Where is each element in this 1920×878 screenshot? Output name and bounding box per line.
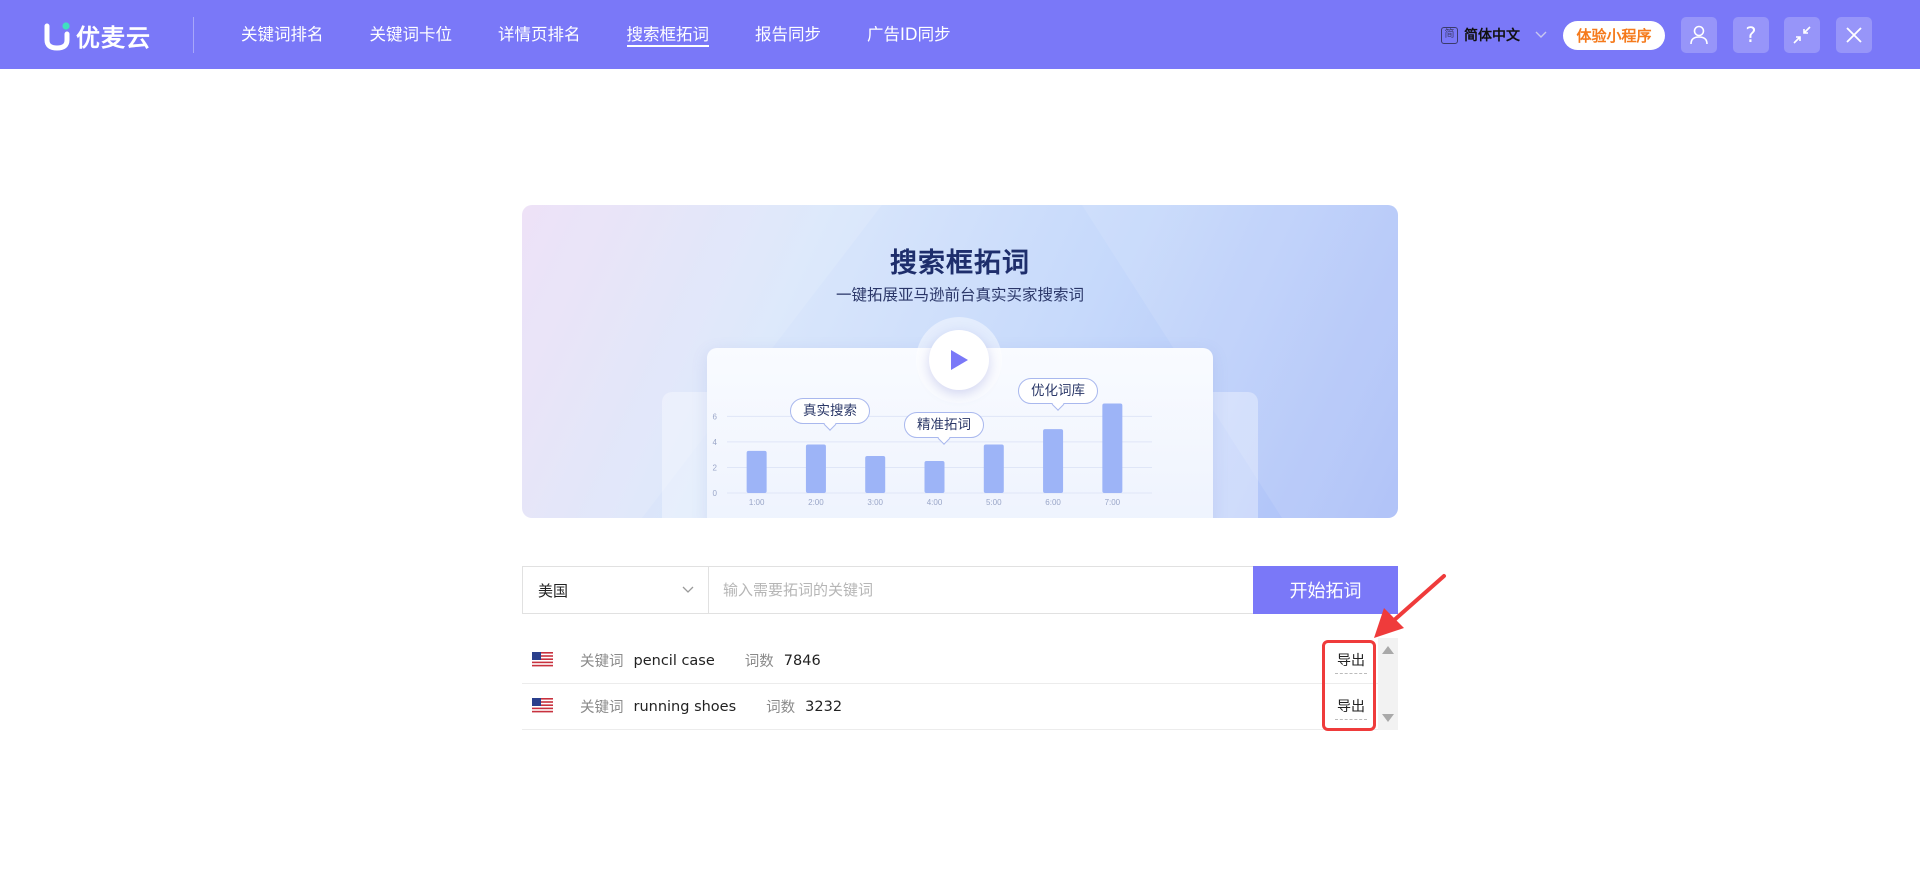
chart-y-tick-label: 4 xyxy=(713,438,718,447)
us-flag-icon xyxy=(532,652,553,667)
nav-item-report-sync[interactable]: 报告同步 xyxy=(755,0,821,69)
country-select[interactable]: 美国 xyxy=(523,567,709,613)
top-navigation-bar: 优麦云 关键词排名 关键词卡位 详情页排名 搜索框拓词 报告同步 广告ID同步 … xyxy=(0,0,1920,69)
language-icon: 简 xyxy=(1441,26,1458,44)
chart-bar xyxy=(1043,429,1064,493)
chart-x-tick-label: 2:00 xyxy=(808,498,824,507)
close-button[interactable] xyxy=(1836,17,1872,53)
nav-item-keyword-ranking[interactable]: 关键词排名 xyxy=(241,0,324,69)
list-item: 关键词 pencil case 词数 7846 导出 xyxy=(522,638,1398,684)
chart-bar xyxy=(865,455,886,493)
chart-bar xyxy=(983,444,1004,493)
chart-y-tick-label: 0 xyxy=(713,489,718,498)
chart-x-tick-label: 6:00 xyxy=(1045,498,1061,507)
play-button-inner xyxy=(929,330,989,390)
keyword-value: running shoes xyxy=(633,698,737,715)
main-nav: 关键词排名 关键词卡位 详情页排名 搜索框拓词 报告同步 广告ID同步 xyxy=(241,0,997,69)
scroll-up-icon[interactable] xyxy=(1382,646,1394,654)
annotation-highlight-box xyxy=(1322,640,1376,731)
chevron-down-icon xyxy=(682,586,694,593)
feature-banner: 搜索框拓词 一键拓展亚马逊前台真实买家搜索词 0 2 4 6 1:00 2:00 3:00 4… xyxy=(522,205,1398,518)
results-list: 关键词 pencil case 词数 7846 导出 关键词 running s… xyxy=(522,638,1398,730)
annotation-arrow-icon xyxy=(1374,574,1446,638)
keyword-label: 关键词 xyxy=(580,654,624,670)
nav-item-ad-id-sync[interactable]: 广告ID同步 xyxy=(867,0,951,69)
user-button[interactable] xyxy=(1681,17,1717,53)
tag-precise-expansion: 精准拓词 xyxy=(904,412,984,438)
play-button[interactable] xyxy=(916,317,1002,403)
chart-bar xyxy=(805,444,826,493)
chart-y-tick-label: 6 xyxy=(713,412,718,421)
scroll-down-icon[interactable] xyxy=(1382,714,1394,722)
keyword-value: pencil case xyxy=(633,652,715,669)
logo-divider xyxy=(193,17,194,53)
chart-x-tick-label: 1:00 xyxy=(749,498,765,507)
chart-y-tick-label: 2 xyxy=(713,463,718,472)
country-select-value: 美国 xyxy=(538,581,569,600)
chart-x-tick-label: 7:00 xyxy=(1105,498,1121,507)
user-icon xyxy=(1690,25,1708,45)
tag-real-search: 真实搜索 xyxy=(790,398,870,424)
language-selector[interactable]: 简 简体中文 xyxy=(1441,25,1550,45)
chart-bar xyxy=(746,450,767,493)
collapse-button[interactable] xyxy=(1784,17,1820,53)
help-button[interactable]: ? xyxy=(1733,17,1769,53)
keyword-input[interactable] xyxy=(709,567,1253,613)
language-label: 简体中文 xyxy=(1464,28,1520,44)
logo[interactable]: 优麦云 xyxy=(44,18,151,53)
close-icon xyxy=(1846,27,1862,43)
chart-bar xyxy=(924,461,945,493)
logo-icon xyxy=(44,21,70,51)
count-value: 7846 xyxy=(783,652,821,669)
mini-program-button[interactable]: 体验小程序 xyxy=(1563,21,1665,50)
keyword-label: 关键词 xyxy=(580,700,624,716)
chart-bar xyxy=(1102,403,1123,493)
play-icon xyxy=(951,350,968,370)
search-bar: 美国 开始拓词 xyxy=(522,566,1398,614)
us-flag-icon xyxy=(532,698,553,713)
chart-x-tick-label: 4:00 xyxy=(927,498,943,507)
results-scrollbar[interactable] xyxy=(1378,638,1398,730)
nav-item-search-expansion[interactable]: 搜索框拓词 xyxy=(626,0,709,69)
collapse-icon xyxy=(1793,26,1811,44)
list-item: 关键词 running shoes 词数 3232 导出 xyxy=(522,684,1398,730)
tag-optimize-lexicon: 优化词库 xyxy=(1018,378,1098,404)
count-value: 3232 xyxy=(805,698,843,715)
count-label: 词数 xyxy=(744,654,774,670)
count-label: 词数 xyxy=(766,700,796,716)
logo-text: 优麦云 xyxy=(76,24,151,52)
nav-item-keyword-position[interactable]: 关键词卡位 xyxy=(370,0,453,69)
chevron-down-icon xyxy=(1532,26,1550,44)
chart-x-tick-label: 3:00 xyxy=(867,498,883,507)
help-icon: ? xyxy=(1745,22,1757,47)
nav-item-detail-ranking[interactable]: 详情页排名 xyxy=(498,0,581,69)
chart-x-tick-label: 5:00 xyxy=(986,498,1002,507)
